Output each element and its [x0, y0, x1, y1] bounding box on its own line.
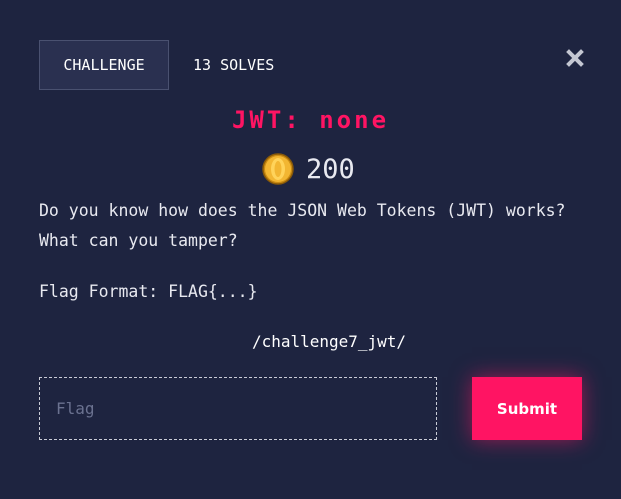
tab-solves-label: 13 SOLVES: [193, 56, 275, 74]
submit-button[interactable]: Submit: [472, 377, 582, 440]
challenge-link[interactable]: /challenge7_jwt/: [0, 332, 621, 351]
close-button[interactable]: [565, 48, 585, 68]
points-value: 200: [306, 153, 355, 185]
tab-challenge-label: CHALLENGE: [63, 56, 145, 74]
challenge-modal: CHALLENGE 13 SOLVES JWT: none 200 Do you…: [0, 0, 621, 499]
challenge-title: JWT: none: [231, 106, 390, 134]
flag-format-text: Flag Format: FLAG{...}: [39, 282, 258, 301]
description-line-1: Do you know how does the JSON Web Tokens…: [39, 201, 566, 220]
points-display: 200: [262, 151, 355, 187]
description-line-2: What can you tamper?: [39, 231, 238, 250]
tab-solves[interactable]: 13 SOLVES: [193, 40, 274, 90]
tab-challenge[interactable]: CHALLENGE: [39, 40, 169, 90]
close-icon: [566, 49, 584, 67]
flag-input[interactable]: [39, 377, 437, 440]
coin-icon: [262, 153, 294, 185]
